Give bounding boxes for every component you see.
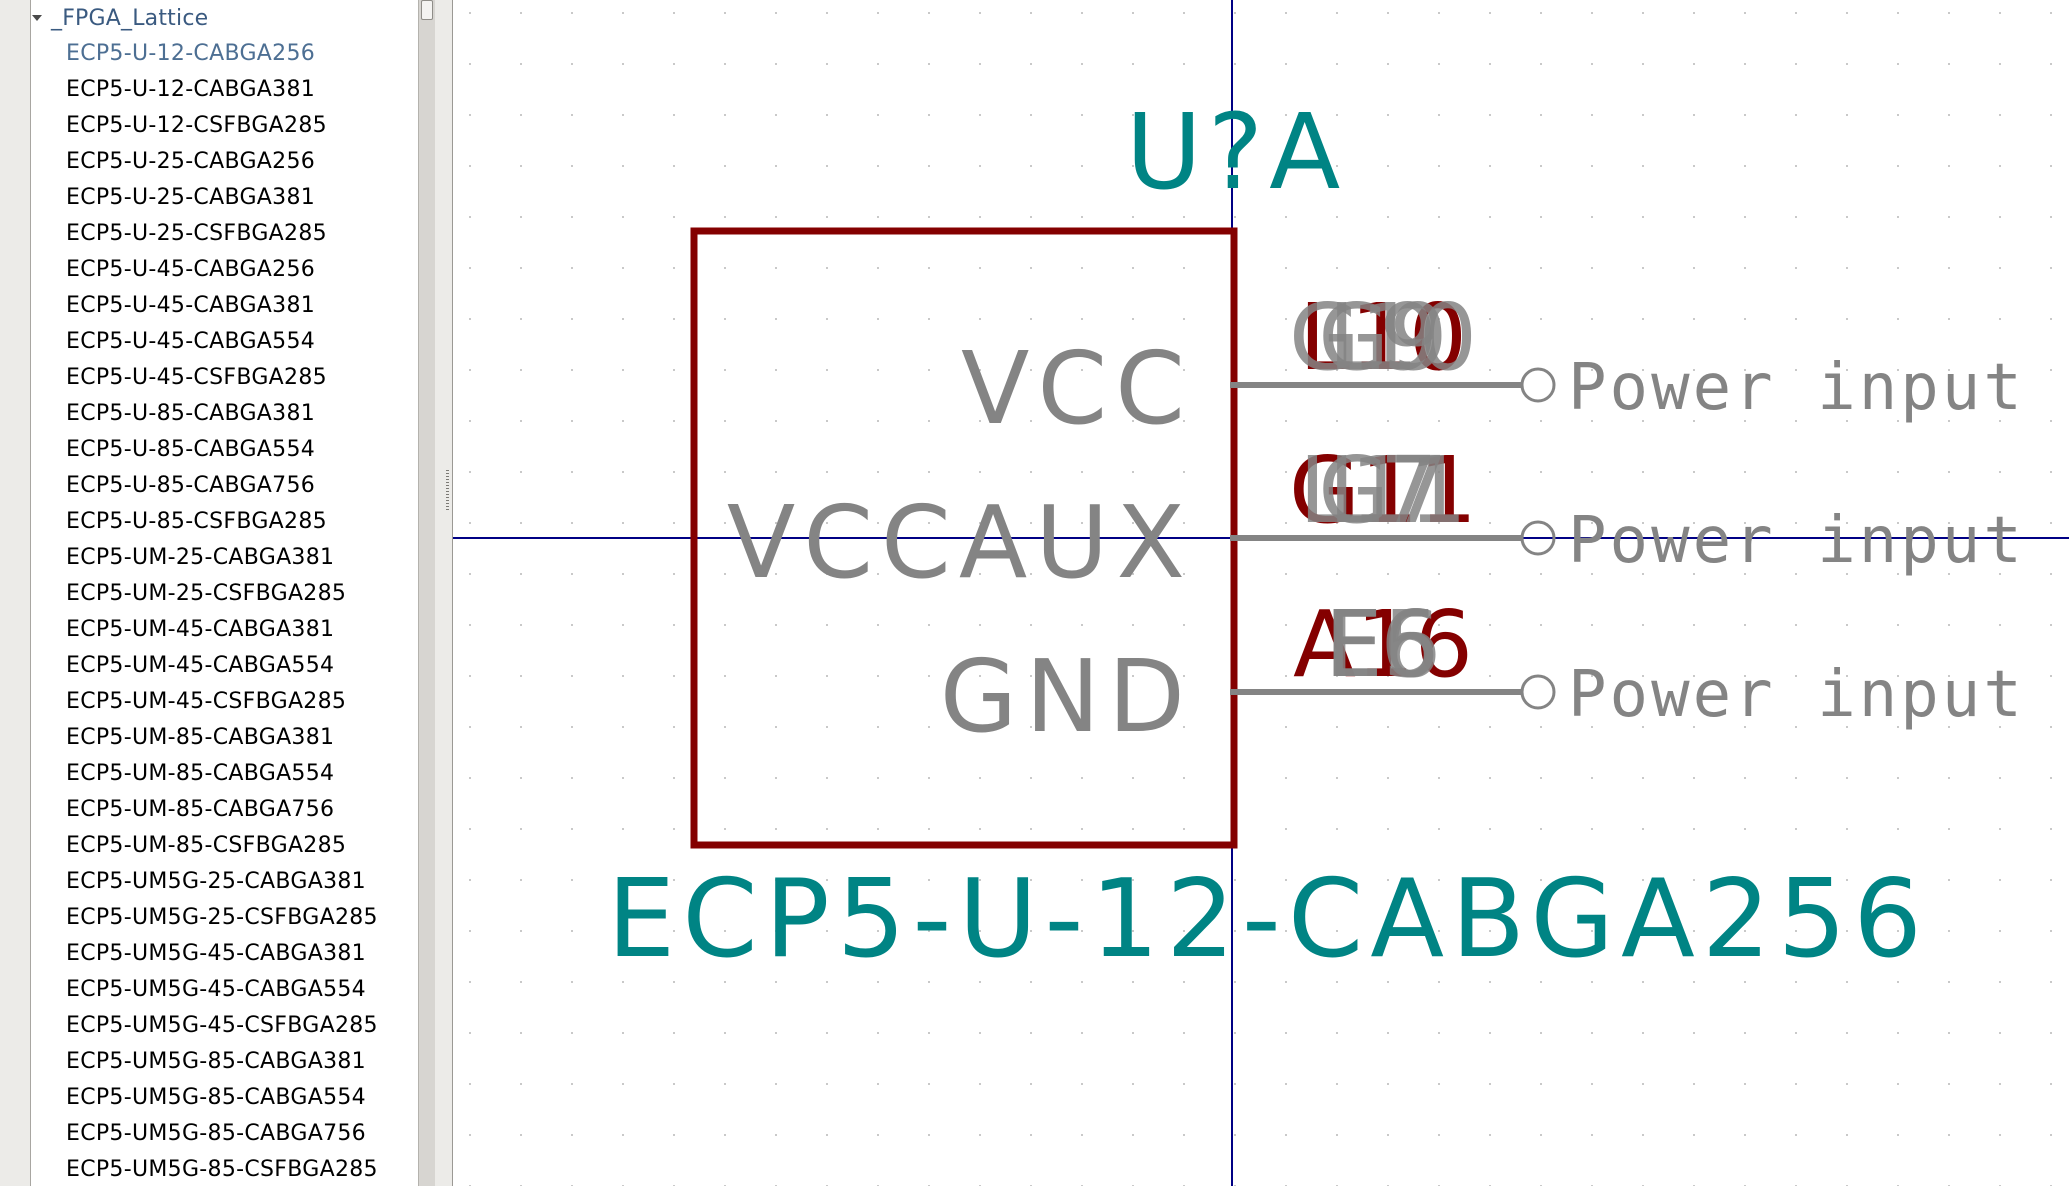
symbol-list-item[interactable]: ECP5-UM-85-CABGA554 bbox=[66, 756, 378, 792]
symbol-list-item[interactable]: ECP5-U-25-CSFBGA285 bbox=[66, 216, 378, 252]
symbol-canvas[interactable]: U?A ECP5-U-12-CABGA256 VCC Power input L10… bbox=[453, 0, 2069, 1186]
symbol-list-item[interactable]: ECP5-U-12-CABGA381 bbox=[66, 72, 378, 108]
symbol-list: ECP5-U-12-CABGA256 ECP5-U-12-CABGA381 ECP5… bbox=[66, 36, 378, 1186]
expand-triangle-icon[interactable] bbox=[31, 12, 43, 24]
symbol-list-item[interactable]: ECP5-UM-85-CSFBGA285 bbox=[66, 828, 378, 864]
splitter-grip-icon bbox=[446, 470, 449, 510]
symbol-list-item[interactable]: ECP5-U-85-CSFBGA285 bbox=[66, 504, 378, 540]
pin-electrical-type: Power input bbox=[1568, 351, 2025, 425]
panel-splitter[interactable] bbox=[435, 0, 453, 1186]
reference-designator[interactable]: U?A bbox=[1126, 91, 1346, 213]
symbol-list-item[interactable]: ECP5-UM-85-CABGA756 bbox=[66, 792, 378, 828]
symbol-list-item[interactable]: ECP5-U-85-CABGA381 bbox=[66, 396, 378, 432]
tree-scrollbar-thumb[interactable] bbox=[421, 0, 433, 20]
pins-group: VCC Power inputL10G9G10L9VCCAUX Power inpu… bbox=[727, 284, 2025, 755]
symbol-list-item[interactable]: ECP5-U-45-CABGA554 bbox=[66, 324, 378, 360]
pin-number: F6 bbox=[1327, 591, 1438, 698]
symbol-list-item[interactable]: ECP5-U-25-CABGA256 bbox=[66, 144, 378, 180]
pin-name: VCCAUX bbox=[727, 484, 1193, 601]
pin-name: VCC bbox=[961, 330, 1193, 447]
pin-electrical-type: Power input bbox=[1568, 658, 2025, 732]
symbol-list-item[interactable]: ECP5-UM5G-85-CABGA554 bbox=[66, 1080, 378, 1116]
symbol-list-item[interactable]: ECP5-U-12-CABGA256 bbox=[66, 36, 378, 72]
symbol-list-item[interactable]: ECP5-UM-25-CSFBGA285 bbox=[66, 576, 378, 612]
symbol-list-item[interactable]: ECP5-UM5G-45-CSFBGA285 bbox=[66, 1008, 378, 1044]
pin-electrical-type: Power input bbox=[1568, 504, 2025, 578]
tree-scrollbar[interactable] bbox=[418, 0, 436, 1186]
symbol-list-item[interactable]: ECP5-U-85-CABGA756 bbox=[66, 468, 378, 504]
value-field[interactable]: ECP5-U-12-CABGA256 bbox=[607, 857, 1929, 982]
left-gutter bbox=[0, 0, 31, 1186]
pin[interactable]: VCCAUX Power inputG11L7L11G7 bbox=[727, 437, 2025, 601]
symbol-list-item[interactable]: ECP5-U-25-CABGA381 bbox=[66, 180, 378, 216]
symbol-list-item[interactable]: ECP5-UM-85-CABGA381 bbox=[66, 720, 378, 756]
pin-name: GND bbox=[940, 638, 1193, 755]
schematic-view[interactable]: U?A ECP5-U-12-CABGA256 VCC Power inputL10… bbox=[453, 0, 2069, 1186]
symbol-list-item[interactable]: ECP5-UM5G-45-CABGA381 bbox=[66, 936, 378, 972]
symbol-list-item[interactable]: ECP5-U-45-CABGA256 bbox=[66, 252, 378, 288]
library-node[interactable]: _FPGA_Lattice bbox=[31, 2, 411, 34]
pin-number: G7 bbox=[1318, 437, 1448, 544]
symbol-list-item[interactable]: ECP5-UM5G-85-CABGA756 bbox=[66, 1116, 378, 1152]
symbol-list-item[interactable]: ECP5-UM5G-45-CABGA554 bbox=[66, 972, 378, 1008]
pin-number: L9 bbox=[1328, 284, 1438, 391]
pin-end-circle-icon bbox=[1520, 367, 1556, 403]
symbol-list-item[interactable]: ECP5-UM-25-CABGA381 bbox=[66, 540, 378, 576]
symbol-list-item[interactable]: ECP5-UM5G-85-CABGA381 bbox=[66, 1044, 378, 1080]
pin[interactable]: VCC Power inputL10G9G10L9 bbox=[961, 284, 2025, 447]
symbol-list-item[interactable]: ECP5-U-45-CSFBGA285 bbox=[66, 360, 378, 396]
library-name: _FPGA_Lattice bbox=[51, 5, 209, 31]
pin-end-circle-icon bbox=[1520, 674, 1556, 710]
symbol-list-item[interactable]: ECP5-U-45-CABGA381 bbox=[66, 288, 378, 324]
pin[interactable]: GND Power inputA16E5E6F6 bbox=[940, 591, 2025, 755]
library-tree[interactable]: _FPGA_Lattice ECP5-U-12-CABGA256 ECP5-U-1… bbox=[31, 0, 418, 1186]
symbol-list-item[interactable]: ECP5-U-85-CABGA554 bbox=[66, 432, 378, 468]
symbol-list-item[interactable]: ECP5-U-12-CSFBGA285 bbox=[66, 108, 378, 144]
symbol-list-item[interactable]: ECP5-UM-45-CSFBGA285 bbox=[66, 684, 378, 720]
symbol-list-item[interactable]: ECP5-UM5G-85-CSFBGA285 bbox=[66, 1152, 378, 1186]
symbol-list-item[interactable]: ECP5-UM-45-CABGA554 bbox=[66, 648, 378, 684]
symbol-list-item[interactable]: ECP5-UM5G-25-CSFBGA285 bbox=[66, 900, 378, 936]
symbol-list-item[interactable]: ECP5-UM5G-25-CABGA381 bbox=[66, 864, 378, 900]
symbol-list-item[interactable]: ECP5-UM-45-CABGA381 bbox=[66, 612, 378, 648]
